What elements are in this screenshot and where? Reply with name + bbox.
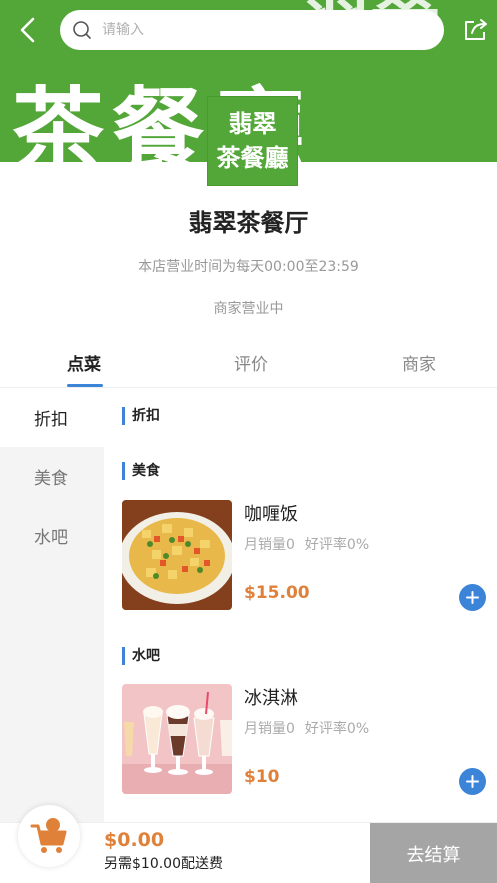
category-sidebar: 折扣 美食 水吧 <box>0 388 104 823</box>
rating: 好评率0% <box>304 537 370 553</box>
store-logo: 翡翠 茶餐廳 <box>207 96 298 186</box>
add-to-cart-button[interactable] <box>459 584 486 611</box>
delivery-fee-note: 另需$10.00配送费 <box>104 856 223 872</box>
checkout-button[interactable]: 去结算 <box>370 823 497 883</box>
logo-line-2: 茶餐廳 <box>216 144 289 172</box>
tab-bar: 点菜 评价 商家 <box>0 340 497 388</box>
dish-stats: 月销量0 好评率0% <box>244 718 369 738</box>
logo-line-1: 翡翠 <box>228 110 277 138</box>
cart-total: $0.00 <box>104 829 165 851</box>
cart-icon <box>30 818 67 853</box>
rating: 好评率0% <box>304 721 370 737</box>
share-button[interactable] <box>460 14 492 46</box>
back-button[interactable] <box>10 12 46 48</box>
section-title-discount: 折扣 <box>122 407 160 425</box>
store-status: 商家营业中 <box>213 301 284 317</box>
back-arrow-icon <box>20 17 35 43</box>
monthly-sales: 月销量0 <box>244 537 295 553</box>
search-input[interactable] <box>102 22 402 38</box>
store-name: 翡翠茶餐厅 <box>188 209 309 237</box>
add-to-cart-button[interactable] <box>459 768 486 795</box>
plus-icon <box>466 775 479 788</box>
cart-button[interactable] <box>18 805 80 867</box>
cart-bar: $0.00 另需$10.00配送费 去结算 <box>0 805 497 883</box>
tab-order[interactable]: 点菜 <box>67 350 101 375</box>
section-title-food: 美食 <box>122 462 160 480</box>
dish-image-ice-cream[interactable] <box>122 684 232 794</box>
plus-icon <box>466 591 479 604</box>
share-icon <box>465 19 487 40</box>
sidebar-item-food[interactable]: 美食 <box>0 447 104 506</box>
active-tab-indicator <box>67 384 103 387</box>
tab-reviews[interactable]: 评价 <box>234 350 268 375</box>
search-icon <box>73 21 91 39</box>
sidebar-item-drinks[interactable]: 水吧 <box>0 506 104 565</box>
monthly-sales: 月销量0 <box>244 721 295 737</box>
search-bar[interactable] <box>60 10 444 50</box>
sidebar-item-discount[interactable]: 折扣 <box>0 388 104 447</box>
dish-stats: 月销量0 好评率0% <box>244 534 369 554</box>
section-title-drinks: 水吧 <box>122 647 160 665</box>
dish-price: $15.00 <box>244 583 310 603</box>
dish-name: 咖喱饭 <box>244 504 298 525</box>
tab-merchant[interactable]: 商家 <box>402 350 436 375</box>
dish-price: $10 <box>244 767 280 787</box>
dish-image-curry-rice[interactable] <box>122 500 232 610</box>
dish-name: 冰淇淋 <box>244 688 298 709</box>
store-hours: 本店营业时间为每天00:00至23:59 <box>138 259 359 275</box>
